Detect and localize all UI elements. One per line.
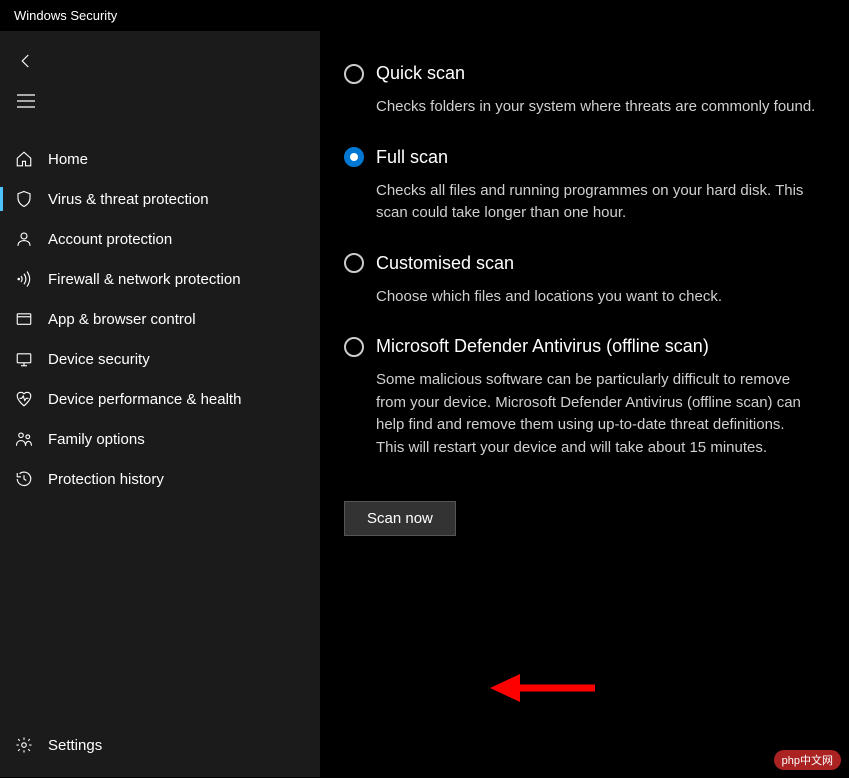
sidebar-item-label: Device performance & health: [48, 391, 241, 408]
option-desc: Some malicious software can be particula…: [376, 369, 816, 459]
scan-option-quick: Quick scan Checks folders in your system…: [344, 63, 825, 119]
sidebar-item-label: Home: [48, 151, 88, 168]
sidebar-item-label: Protection history: [48, 471, 164, 488]
family-icon: [14, 429, 34, 449]
sidebar-item-app-browser[interactable]: App & browser control: [0, 299, 320, 339]
sidebar-item-label: Firewall & network protection: [48, 271, 241, 288]
sidebar-item-family[interactable]: Family options: [0, 419, 320, 459]
radio-quick[interactable]: [344, 64, 364, 84]
scan-option-full: Full scan Checks all files and running p…: [344, 147, 825, 225]
scan-option-offline: Microsoft Defender Antivirus (offline sc…: [344, 336, 825, 459]
shield-icon: [14, 189, 34, 209]
radio-full[interactable]: [344, 147, 364, 167]
sidebar-item-settings[interactable]: Settings: [0, 725, 320, 765]
home-icon: [14, 149, 34, 169]
sidebar-item-virus-threat[interactable]: Virus & threat protection: [0, 179, 320, 219]
radio-row-full[interactable]: Full scan: [344, 147, 825, 168]
option-title: Customised scan: [376, 253, 514, 274]
sidebar-item-label: Virus & threat protection: [48, 191, 209, 208]
watermark: php中文网: [774, 750, 841, 770]
sidebar-item-label: App & browser control: [48, 311, 196, 328]
radio-row-offline[interactable]: Microsoft Defender Antivirus (offline sc…: [344, 336, 825, 357]
scan-option-custom: Customised scan Choose which files and l…: [344, 253, 825, 309]
option-title: Quick scan: [376, 63, 465, 84]
sidebar-item-label: Account protection: [48, 231, 172, 248]
scan-now-button[interactable]: Scan now: [344, 501, 456, 536]
option-desc: Choose which files and locations you wan…: [376, 286, 816, 309]
sidebar-item-performance[interactable]: Device performance & health: [0, 379, 320, 419]
window-title: Windows Security: [0, 0, 849, 31]
heart-icon: [14, 389, 34, 409]
sidebar-item-home[interactable]: Home: [0, 139, 320, 179]
history-icon: [14, 469, 34, 489]
hamburger-menu-button[interactable]: [6, 81, 46, 121]
sidebar-item-account[interactable]: Account protection: [0, 219, 320, 259]
device-icon: [14, 349, 34, 369]
radio-custom[interactable]: [344, 253, 364, 273]
sidebar-item-firewall[interactable]: Firewall & network protection: [0, 259, 320, 299]
sidebar-item-label: Settings: [48, 737, 102, 754]
firewall-icon: [14, 269, 34, 289]
radio-row-custom[interactable]: Customised scan: [344, 253, 825, 274]
sidebar: Home Virus & threat protection Account p…: [0, 31, 320, 777]
radio-offline[interactable]: [344, 337, 364, 357]
sidebar-item-label: Family options: [48, 431, 145, 448]
option-title: Microsoft Defender Antivirus (offline sc…: [376, 336, 709, 357]
gear-icon: [14, 735, 34, 755]
option-title: Full scan: [376, 147, 448, 168]
sidebar-item-label: Device security: [48, 351, 150, 368]
sidebar-item-history[interactable]: Protection history: [0, 459, 320, 499]
sidebar-item-device-security[interactable]: Device security: [0, 339, 320, 379]
main-content: Quick scan Checks folders in your system…: [320, 31, 849, 777]
radio-row-quick[interactable]: Quick scan: [344, 63, 825, 84]
option-desc: Checks folders in your system where thre…: [376, 96, 816, 119]
account-icon: [14, 229, 34, 249]
back-button[interactable]: [6, 41, 46, 81]
option-desc: Checks all files and running programmes …: [376, 180, 816, 225]
browser-icon: [14, 309, 34, 329]
